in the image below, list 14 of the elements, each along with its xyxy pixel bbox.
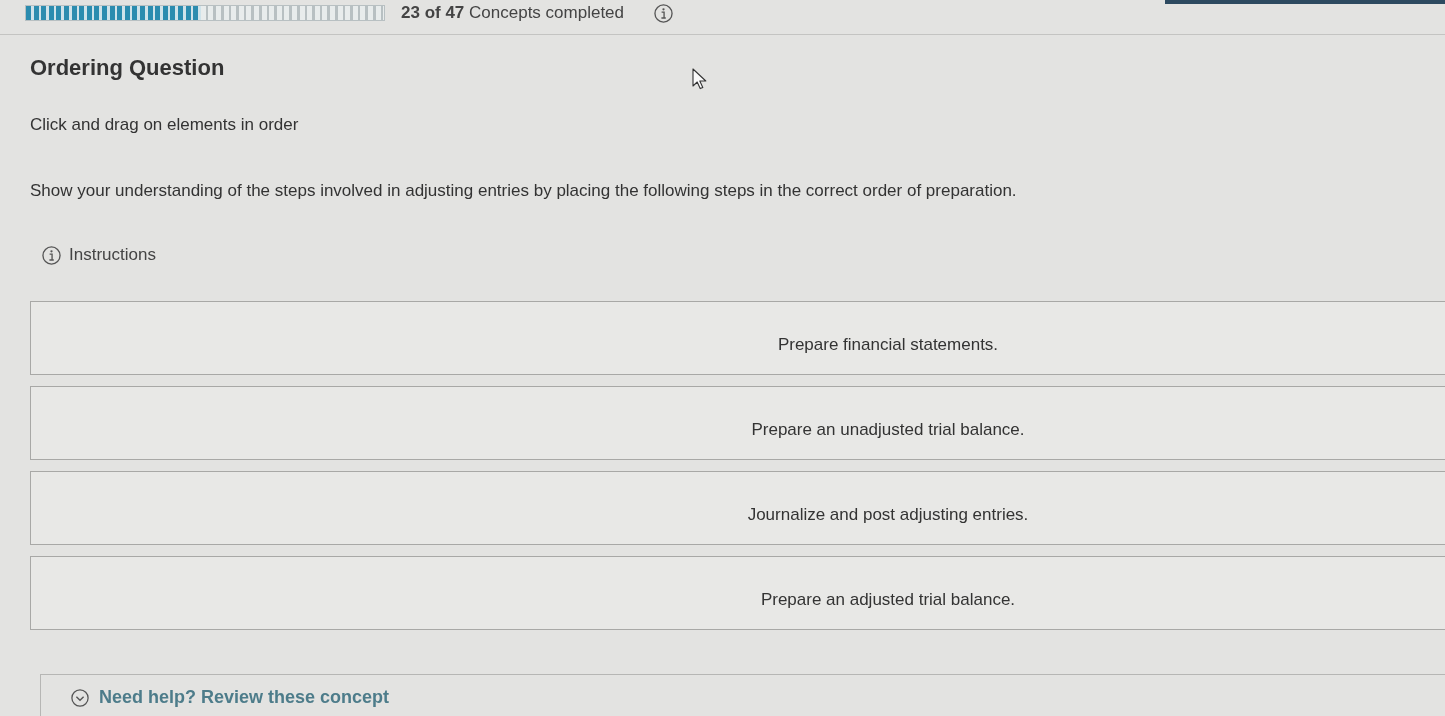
info-icon[interactable] [42, 245, 61, 265]
draggable-item[interactable]: Journalize and post adjusting entries. [30, 471, 1445, 545]
chevron-down-icon[interactable] [71, 689, 89, 707]
progress-label: 23 of 47 Concepts completed [401, 3, 624, 23]
info-icon[interactable] [654, 3, 673, 23]
mouse-cursor-icon [692, 68, 707, 90]
question-heading: Ordering Question [30, 55, 225, 81]
draggable-item[interactable]: Prepare financial statements. [30, 301, 1445, 375]
question-prompt: Click and drag on elements in order [30, 115, 299, 135]
draggable-item[interactable]: Prepare an unadjusted trial balance. [30, 386, 1445, 460]
draggable-item[interactable]: Prepare an adjusted trial balance. [30, 556, 1445, 630]
instructions-link[interactable]: Instructions [69, 245, 156, 265]
help-toggle[interactable]: Need help? Review these concept [99, 687, 390, 708]
question-text: Show your understanding of the steps involved in adjusting entries by placing the following steps in the correct order of preparation. [30, 181, 1017, 201]
